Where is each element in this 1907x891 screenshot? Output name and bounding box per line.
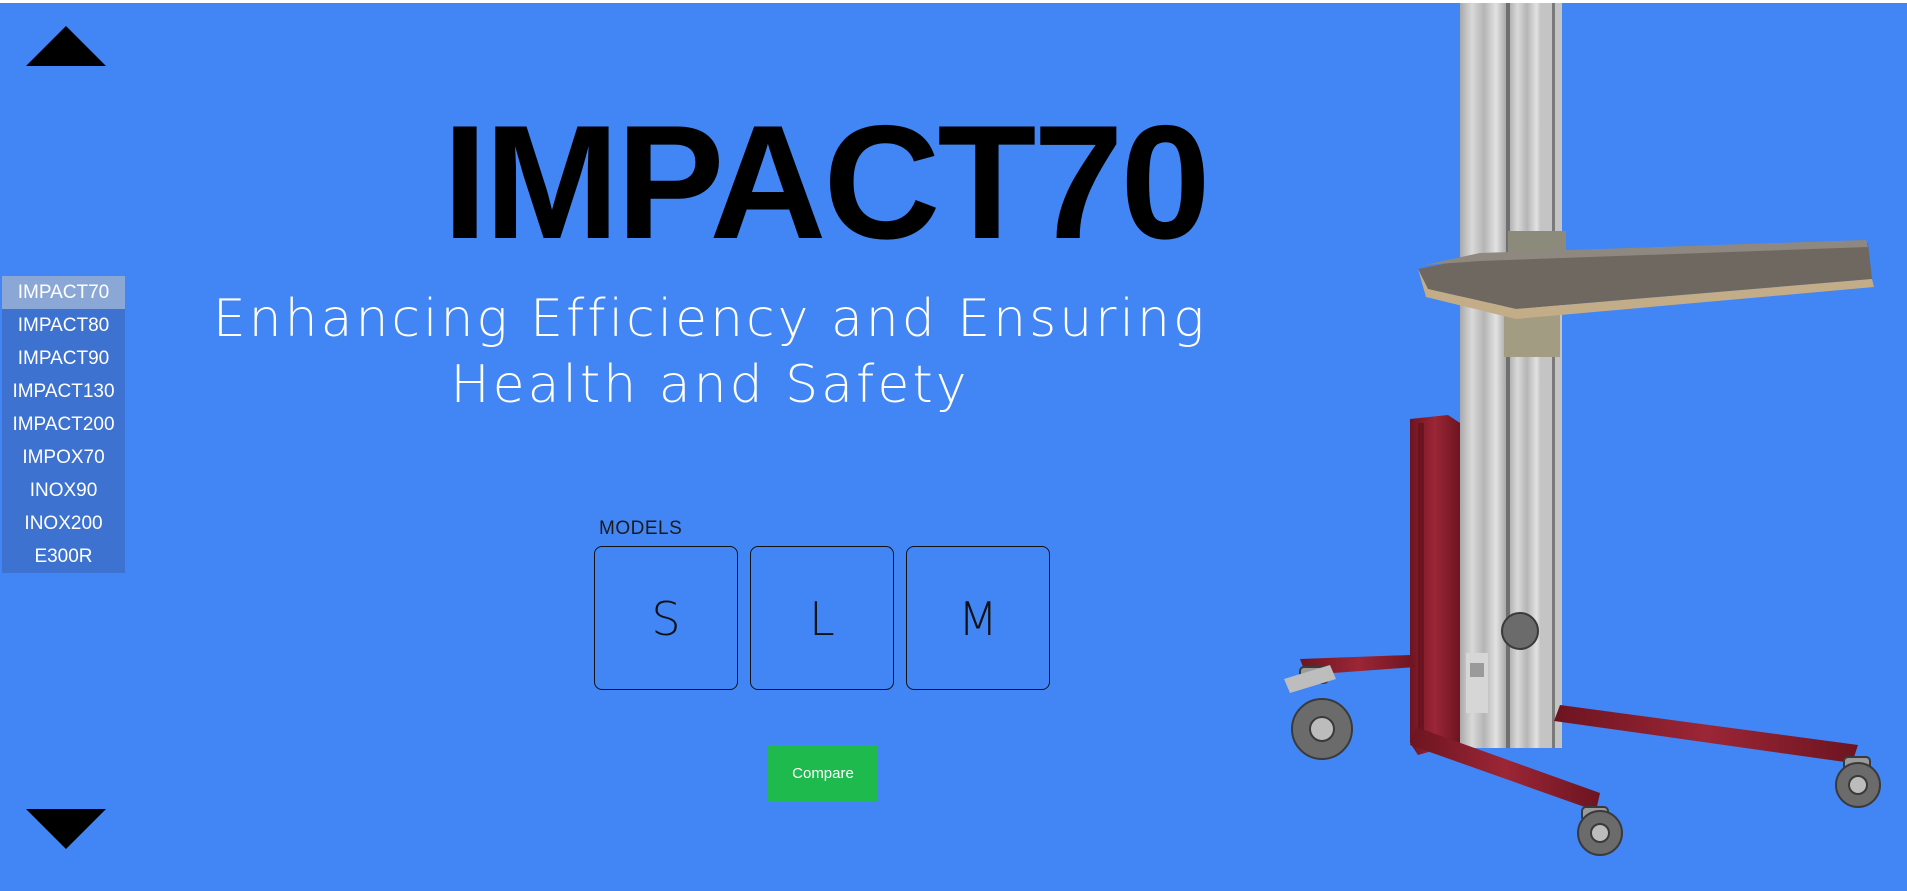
sidebar-item-impox70[interactable]: IMPOX70 xyxy=(2,441,125,474)
previous-product-icon[interactable] xyxy=(26,26,106,66)
product-title: IMPACT70 xyxy=(442,92,1210,273)
model-s-button[interactable]: S xyxy=(594,546,738,690)
sidebar-item-inox90[interactable]: INOX90 xyxy=(2,474,125,507)
product-sidebar: IMPACT70 IMPACT80 IMPACT90 IMPACT130 IMP… xyxy=(2,276,125,573)
models-label: MODELS xyxy=(599,518,683,539)
product-page: IMPACT70 IMPACT80 IMPACT90 IMPACT130 IMP… xyxy=(0,3,1907,891)
sidebar-item-e300r[interactable]: E300R xyxy=(2,540,125,573)
sidebar-item-impact130[interactable]: IMPACT130 xyxy=(2,375,125,408)
model-l-button[interactable]: L xyxy=(750,546,894,690)
model-m-button[interactable]: M xyxy=(906,546,1050,690)
sidebar-item-impact80[interactable]: IMPACT80 xyxy=(2,309,125,342)
compare-button[interactable]: Compare xyxy=(768,745,878,802)
product-subtitle: Enhancing Efficiency and Ensuring Health… xyxy=(212,289,1208,415)
product-lift-image xyxy=(1284,3,1881,856)
sidebar-item-impact200[interactable]: IMPACT200 xyxy=(2,408,125,441)
sidebar-item-inox200[interactable]: INOX200 xyxy=(2,507,125,540)
next-product-icon[interactable] xyxy=(26,809,106,849)
sidebar-item-impact70[interactable]: IMPACT70 xyxy=(2,276,125,309)
sidebar-item-impact90[interactable]: IMPACT90 xyxy=(2,342,125,375)
